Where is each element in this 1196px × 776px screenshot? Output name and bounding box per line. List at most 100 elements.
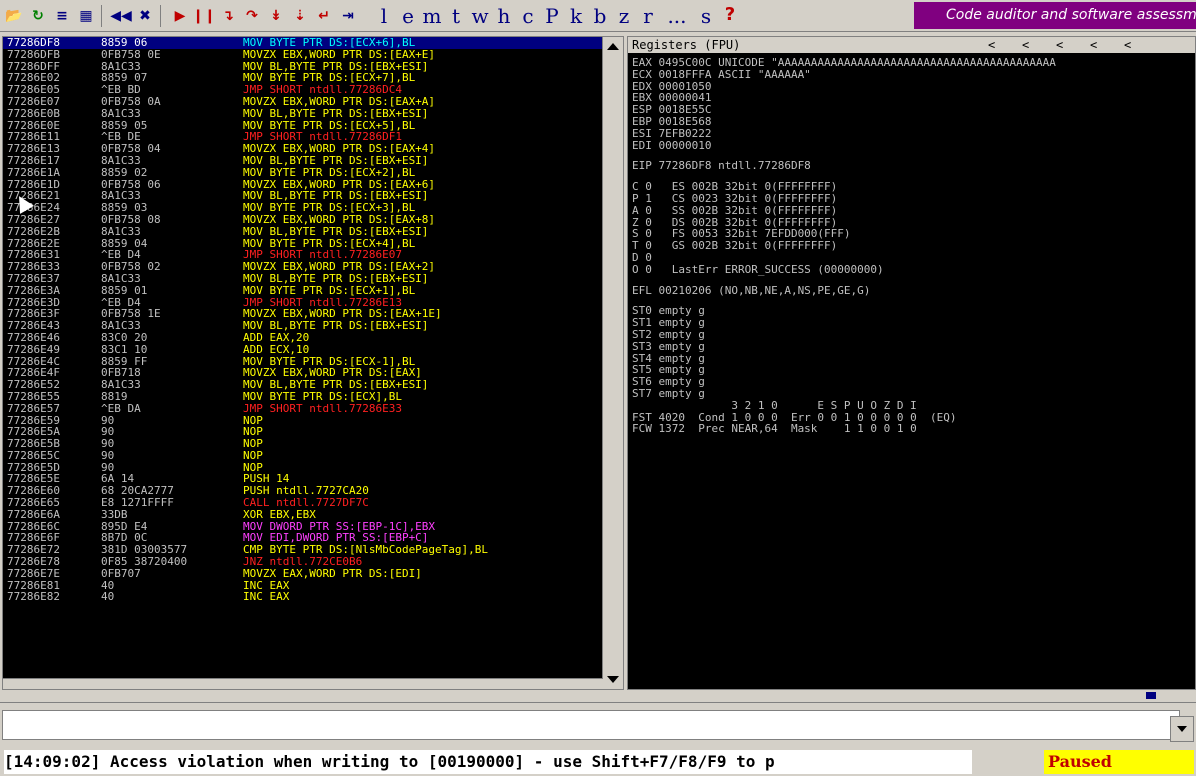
- disasm-row[interactable]: 77286E3A 8859 01 MOV BYTE PTR DS:[ECX+1],B…: [3, 284, 603, 297]
- disasm-row[interactable]: 77286E0B 8A1C33 MOV BL,BYTE PTR DS:[EBX+ES…: [3, 106, 603, 120]
- trace-into-icon[interactable]: ↡: [266, 6, 286, 26]
- toolbar-icons: 📂 ↻ ≡ ▦ ◀◀ ✖ ▶ ❙❙ ↴ ↷ ↡ ⇣ ↵ ⇥: [0, 4, 358, 27]
- toolbar-letter-s-button[interactable]: s: [694, 4, 718, 28]
- disasm-row[interactable]: 77286E07 0FB758 0A MOVZX EBX,WORD PTR DS:[…: [3, 96, 603, 108]
- toolbar-letter-z-button[interactable]: z: [612, 4, 636, 28]
- toolbar-letter-h-button[interactable]: h: [492, 4, 516, 28]
- registers-arrows: < < < < <: [988, 37, 1158, 53]
- scroll-up-icon[interactable]: [607, 43, 619, 50]
- register-line[interactable]: EDI 00000010: [632, 139, 711, 152]
- close-program-icon[interactable]: ✖: [135, 6, 155, 26]
- disasm-address: 77286E57: [7, 401, 60, 415]
- toolbar-separator: [160, 4, 161, 27]
- toolbar-letter-r-button[interactable]: r: [636, 4, 660, 28]
- disasm-row[interactable]: 77286E6A 33DB XOR EBX,EBX: [3, 509, 603, 521]
- disasm-instruction: MOV BL,BYTE PTR DS:[EBX+ESI]: [243, 106, 429, 120]
- disasm-row[interactable]: 77286E1A 8859 02 MOV BYTE PTR DS:[ECX+2],B…: [3, 165, 603, 179]
- toolbar-letter-k-button[interactable]: k: [564, 4, 588, 28]
- pane-splitter[interactable]: [0, 690, 1196, 703]
- register-line[interactable]: ESI 7EFB0222: [632, 127, 711, 140]
- toolbar-separator: [101, 4, 102, 27]
- disassembly-scrollbar[interactable]: [602, 37, 623, 689]
- disasm-row[interactable]: 77286E49 83C1 10 ADD ECX,10: [3, 343, 603, 356]
- goto-icon[interactable]: ⇥: [338, 6, 358, 26]
- restart-icon[interactable]: ↻: [28, 6, 48, 26]
- disasm-instruction: NOP: [243, 448, 263, 462]
- rewind-icon[interactable]: ◀◀: [110, 6, 132, 26]
- register-arrow-button[interactable]: <: [1124, 37, 1158, 53]
- register-line[interactable]: FCW 1372 Prec NEAR,64 Mask 1 1 0 0 1 0: [632, 423, 917, 435]
- disasm-hex: 40: [101, 590, 115, 604]
- disasm-address: 77286E27: [7, 212, 60, 226]
- disasm-row[interactable]: 77286E27 0FB758 08 MOVZX EBX,WORD PTR DS:[…: [3, 214, 603, 226]
- disasm-address: 77286E5C: [7, 448, 60, 462]
- disasm-row[interactable]: 77286E5A 90 NOP: [3, 426, 603, 438]
- disasm-address: 77286E17: [7, 153, 60, 167]
- disasm-row[interactable]: 77286E37 8A1C33 MOV BL,BYTE PTR DS:[EBX+ES…: [3, 273, 603, 285]
- step-over-icon[interactable]: ↷: [242, 6, 262, 26]
- disasm-row[interactable]: 77286E82 40 INC EAX: [3, 591, 603, 603]
- register-arrow-button[interactable]: <: [1090, 37, 1124, 53]
- toolbar-letter-b-button[interactable]: b: [588, 4, 612, 28]
- register-line[interactable]: EIP 77286DF8 ntdll.77286DF8: [632, 160, 811, 172]
- command-dropdown-button[interactable]: [1170, 716, 1194, 742]
- command-line-input[interactable]: [2, 710, 1180, 740]
- disassembly-hscrollbar[interactable]: [3, 678, 603, 689]
- register-arrow-button[interactable]: <: [1022, 37, 1056, 53]
- toolbar-letter-more-button[interactable]: ...: [660, 4, 694, 28]
- registers-pane[interactable]: Registers (FPU) < < < < < EAX 0495C00C UNICO…: [627, 36, 1196, 690]
- toolbar-letter-l-button[interactable]: l: [372, 4, 396, 28]
- register-line[interactable]: O 0 LastErr ERROR_SUCCESS (00000000): [632, 263, 884, 276]
- open-folder-icon[interactable]: 📂: [4, 6, 24, 26]
- toolbar-letter-buttons: l e m t w h c Pk b z r... s?: [372, 4, 742, 28]
- disasm-row[interactable]: 77286E57 ^EB DA JMP SHORT ntdll.77286E33: [3, 401, 603, 415]
- disasm-row[interactable]: 77286E5C 90 NOP: [3, 450, 603, 462]
- disasm-row[interactable]: 77286E5D 90 NOP: [3, 461, 603, 474]
- execute-till-return-icon[interactable]: ↵: [314, 6, 334, 26]
- log-icon[interactable]: ≡: [52, 6, 72, 26]
- register-line[interactable]: T 0 GS 002B 32bit 0(FFFFFFFF): [632, 240, 837, 252]
- register-line[interactable]: EFL 00210206 (NO,NB,NE,A,NS,PE,GE,G): [632, 284, 870, 297]
- memory-icon[interactable]: ▦: [76, 6, 96, 26]
- toolbar-letter-c-button[interactable]: c: [516, 4, 540, 28]
- register-arrow-button[interactable]: <: [988, 37, 1022, 53]
- toolbar-letter-e-button[interactable]: e: [396, 4, 420, 28]
- disasm-hex: 33DB: [101, 507, 128, 521]
- disasm-row[interactable]: 77286E17 8A1C33 MOV BL,BYTE PTR DS:[EBX+ES…: [3, 155, 603, 167]
- disasm-row[interactable]: 77286E59 90 NOP: [3, 414, 603, 427]
- disasm-row[interactable]: 77286E55 8819 MOV BYTE PTR DS:[ECX],BL: [3, 391, 603, 403]
- toolbar-letter-w-button[interactable]: w: [468, 4, 492, 28]
- disasm-address: 77286E37: [7, 271, 60, 285]
- disasm-row[interactable]: 77286E7E 0FB707 MOVZX EAX,WORD PTR DS:[EDI…: [3, 568, 603, 580]
- pause-icon[interactable]: ❙❙: [192, 6, 215, 26]
- disassembly-pane[interactable]: 77286DF8 8859 06 MOV BYTE PTR DS:[ECX+6],B…: [2, 36, 624, 690]
- disasm-row[interactable]: 77286E81 40 INC EAX: [3, 579, 603, 592]
- disasm-row[interactable]: 77286E46 83C0 20 ADD EAX,20: [3, 332, 603, 344]
- disasm-row[interactable]: 77286E2B 8A1C33 MOV BL,BYTE PTR DS:[EBX+ES…: [3, 225, 603, 238]
- toolbar-letter-help-button[interactable]: ?: [718, 4, 742, 28]
- register-line[interactable]: ECX 0018FFFA ASCII "AAAAAA": [632, 68, 811, 81]
- splitter-marker: [1146, 692, 1156, 699]
- toolbar-letter-m-button[interactable]: m: [420, 4, 444, 28]
- scroll-down-icon[interactable]: [607, 676, 619, 683]
- register-arrow-button[interactable]: <: [1056, 37, 1090, 53]
- disasm-hex: 8A1C33: [101, 153, 141, 167]
- disasm-hex: 8819: [101, 389, 128, 403]
- register-line[interactable]: ST3 empty g: [632, 340, 705, 353]
- disasm-instruction: MOVZX EAX,WORD PTR DS:[EDI]: [243, 566, 422, 580]
- disasm-instruction: ADD EAX,20: [243, 330, 310, 344]
- disasm-row[interactable]: 77286DFB 0FB758 0E MOVZX EBX,WORD PTR DS:[…: [3, 48, 603, 61]
- toolbar-letter-P-button[interactable]: P: [540, 4, 564, 28]
- register-line[interactable]: A 0 SS 002B 32bit 0(FFFFFFFF): [632, 204, 837, 217]
- run-icon[interactable]: ▶: [170, 6, 190, 26]
- disasm-row[interactable]: 77286E5B 90 NOP: [3, 438, 603, 450]
- trace-over-icon[interactable]: ⇣: [290, 6, 310, 26]
- toolbar: 📂 ↻ ≡ ▦ ◀◀ ✖ ▶ ❙❙ ↴ ↷ ↡ ⇣ ↵ ⇥ l e m t w h c Pk b z r... s? Code …: [0, 0, 1196, 32]
- disasm-hex: 8A1C33: [101, 106, 141, 120]
- register-line[interactable]: 3 2 1 0 E S P U O Z D I: [632, 399, 916, 412]
- registers-header[interactable]: Registers (FPU) < < < < <: [628, 37, 1195, 53]
- toolbar-letter-t-button[interactable]: t: [444, 4, 468, 28]
- step-into-icon[interactable]: ↴: [218, 6, 238, 26]
- disasm-hex: 8859 02: [101, 165, 148, 179]
- chevron-down-icon: [1177, 726, 1187, 732]
